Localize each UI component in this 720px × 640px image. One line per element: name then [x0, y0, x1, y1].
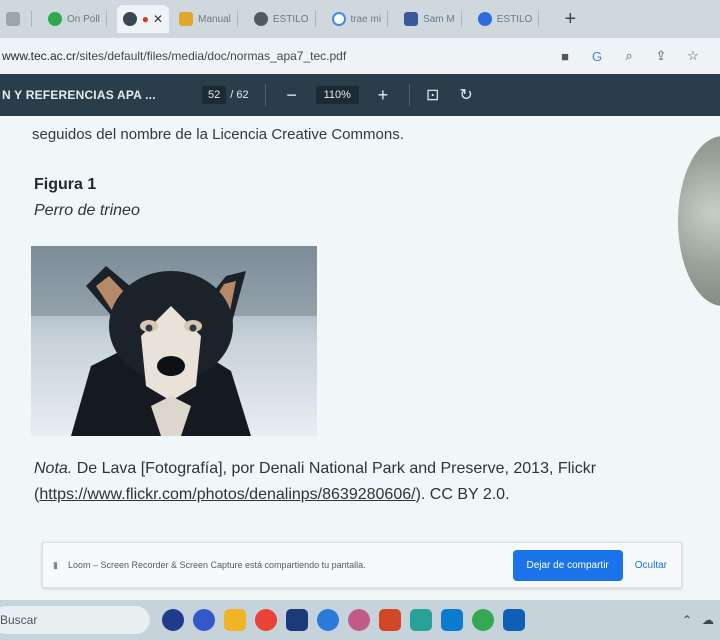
address-bar: www.tec.ac.cr/sites/default/files/media/… [0, 38, 720, 74]
camera-icon[interactable]: ■ [556, 49, 574, 64]
tab-label: ESTILO [272, 13, 309, 25]
tab-favicon-icon [122, 12, 137, 26]
file-explorer-icon[interactable] [224, 609, 246, 631]
tab-favicon-icon [404, 12, 419, 26]
screen-share-banner: ▮ Loom – Screen Recorder & Screen Captur… [42, 542, 682, 588]
browser-tab[interactable]: On Poll [42, 5, 113, 33]
figure-title: Perro de trineo [34, 202, 140, 219]
rotate-icon[interactable]: ↻ [459, 85, 472, 105]
webcam-bubble[interactable] [678, 136, 720, 306]
figure-label: Figura 1 [34, 176, 97, 193]
chat-icon[interactable] [193, 609, 215, 631]
chrome-icon[interactable] [255, 609, 277, 631]
toolbar-divider [264, 84, 266, 106]
tray-overflow-icon[interactable]: ⌃ [682, 613, 692, 627]
taskbar-search-input[interactable]: Buscar [0, 606, 150, 634]
browser-tab-strip: On Poll ● ✕ Manual ESTILO trae mi Sam M E… [0, 0, 720, 38]
stop-sharing-button[interactable]: Dejar de compartir [512, 549, 623, 581]
tab-separator [538, 11, 540, 27]
chrome-icon[interactable] [472, 609, 494, 631]
tab-favicon-icon [253, 12, 268, 26]
toolbar-divider [408, 84, 410, 106]
zoom-in-button[interactable]: + [373, 85, 393, 106]
app-icon[interactable] [286, 609, 308, 631]
tab-favicon-icon [48, 12, 62, 26]
tab-label: ESTILO [496, 13, 533, 25]
cloud-icon[interactable]: ☁ [702, 613, 714, 627]
vscode-icon[interactable] [441, 609, 463, 631]
hide-banner-button[interactable]: Ocultar [635, 560, 667, 571]
pdf-toolbar: N Y REFERENCIAS APA ... 52 / 62 − 110% +… [0, 74, 720, 116]
zoom-icon[interactable]: ⌕ [620, 48, 638, 64]
google-lens-icon[interactable]: G [588, 49, 606, 64]
tab-separator [105, 11, 107, 27]
tab-separator [387, 11, 389, 27]
office-icon[interactable] [379, 609, 401, 631]
app-icon[interactable] [410, 609, 432, 631]
taskbar: Buscar ⌃ ☁ [0, 600, 720, 640]
tab-label: On Poll [67, 13, 100, 25]
photos-icon[interactable] [348, 609, 370, 631]
sled-dog-photo [31, 246, 317, 436]
tab-separator [31, 11, 32, 27]
current-page-input[interactable]: 52 [202, 86, 227, 104]
pdf-page: seguidos del nombre de la Licencia Creat… [0, 116, 720, 600]
source-link[interactable]: https://www.flickr.com/photos/denalinps/… [39, 486, 415, 503]
url-path: /sites/default/files/media/doc/normas_ap… [76, 49, 347, 63]
cortana-icon[interactable] [162, 609, 184, 631]
browser-tab-active[interactable]: ● ✕ [116, 5, 170, 33]
note-prefix: Nota. [34, 460, 73, 477]
settings-icon[interactable] [317, 609, 339, 631]
bookmark-star-icon[interactable]: ☆ [684, 48, 702, 64]
close-tab-icon[interactable]: ✕ [153, 12, 163, 26]
new-tab-button[interactable]: + [557, 6, 583, 32]
system-tray: ⌃ ☁ [682, 613, 720, 627]
outlook-icon[interactable] [503, 609, 525, 631]
page-indicator: 52 / 62 [202, 86, 249, 104]
browser-tab[interactable]: Manual [173, 5, 244, 33]
share-message: Loom – Screen Recorder & Screen Capture … [67, 560, 366, 570]
tab-separator [460, 11, 462, 27]
browser-tab[interactable]: ESTILO [248, 5, 322, 33]
tab-separator [236, 11, 238, 27]
tab-favicon-icon [477, 12, 492, 26]
url-host: www.tec.ac.cr [2, 49, 77, 63]
url-field[interactable]: www.tec.ac.cr/sites/default/files/media/… [0, 43, 556, 69]
pdf-title: N Y REFERENCIAS APA ... [2, 88, 156, 102]
tab-favicon-icon [6, 12, 20, 26]
body-text-line: seguidos del nombre de la Licencia Creat… [32, 126, 404, 143]
note-suffix: ). CC BY 2.0. [415, 486, 510, 503]
browser-tab[interactable] [0, 5, 38, 33]
zoom-out-button[interactable]: − [282, 85, 302, 106]
recording-dot-icon: ● [141, 12, 150, 26]
share-indicator-icon: ▮ [53, 559, 58, 570]
share-icon[interactable]: ⇪ [652, 48, 670, 64]
total-pages: / 62 [230, 89, 249, 101]
browser-tab[interactable]: ESTILO [472, 5, 546, 33]
browser-tab[interactable]: Sam M [398, 5, 468, 33]
tab-favicon-icon [179, 12, 194, 26]
tab-separator [314, 11, 316, 27]
figure-note: Nota. De Lava [Fotografía], por Denali N… [34, 456, 694, 508]
fit-page-icon[interactable]: ⊡ [426, 85, 439, 105]
zoom-level[interactable]: 110% [315, 86, 359, 104]
tab-label: trae mi [350, 13, 382, 25]
browser-tab[interactable]: trae mi [326, 5, 395, 33]
tab-label: Sam M [423, 13, 455, 25]
tab-favicon-icon [331, 12, 346, 26]
tab-label: Manual [198, 13, 231, 25]
